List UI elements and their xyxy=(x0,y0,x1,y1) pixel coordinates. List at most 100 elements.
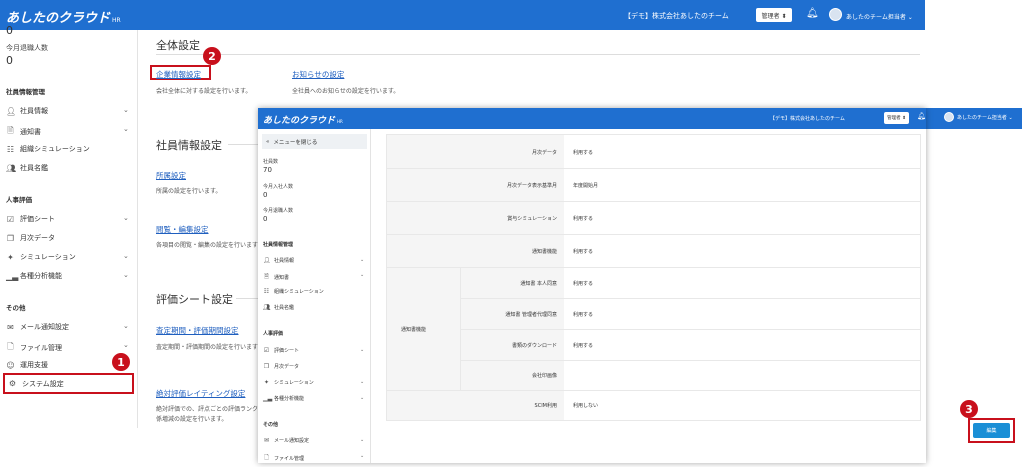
row-divider xyxy=(460,329,920,330)
front-avatar[interactable] xyxy=(944,112,954,122)
row-divider xyxy=(460,360,920,361)
front-user-menu[interactable]: あしたのチーム担当者 ⌄ xyxy=(957,114,1013,121)
download-value: 利用する xyxy=(573,343,594,349)
back-sidebar-item-support[interactable]: ☺ 運用支援 xyxy=(6,360,48,370)
consent-proxy-label: 通知書 管理者代理同意 xyxy=(505,312,557,318)
chevron-down-icon[interactable]: ⌄ xyxy=(360,272,364,278)
company-info-desc: 会社全体に対する設定を行います。 xyxy=(156,88,252,95)
edit-button[interactable]: 編集 xyxy=(973,423,1010,438)
row-divider xyxy=(387,168,920,169)
front-bell-icon[interactable]: 🔔︎ xyxy=(917,112,926,120)
notice-settings-desc: 全社員へのお知らせの設定を行います。 xyxy=(292,88,400,95)
person-icon: 👤︎ xyxy=(263,257,271,264)
front-sidebar: «メニューを閉じる 社員数 70 今月入社人数 0 今月退職人数 0 社員情報管… xyxy=(258,129,371,463)
front-sidebar-item-info[interactable]: 👤︎ 社員情報 xyxy=(263,257,294,264)
affiliation-link[interactable]: 所属設定 xyxy=(156,170,186,181)
step-badge-3: 3 xyxy=(960,400,978,418)
back-sidebar-item-system[interactable]: ⚙ システム設定 xyxy=(3,373,134,394)
back-sidebar-item-simulation[interactable]: ✦ シミュレーション xyxy=(6,252,76,262)
back-app-header: あしたのクラウド HR 【デモ】株式会社あしたのチーム 管理者 ⬍ 🔔︎ あしたの… xyxy=(0,0,925,30)
mail-icon: ✉ xyxy=(263,437,270,444)
scim-label: SCIM利用 xyxy=(534,403,557,409)
close-menu-button[interactable]: «メニューを閉じる xyxy=(262,134,367,149)
notice-settings-link[interactable]: お知らせの設定 xyxy=(292,69,344,80)
notice-group-label: 通知書機能 xyxy=(401,327,427,333)
front-sidebar-item-simulation[interactable]: ✦ シミュレーション xyxy=(263,379,314,386)
back-sidebar-item-directory[interactable]: 👥︎ 社員名鑑 xyxy=(6,163,48,173)
people-icon: 👥︎ xyxy=(6,163,17,173)
back-section-employee: 社員情報管理 xyxy=(6,88,45,96)
chevron-down-icon[interactable]: ⌄ xyxy=(360,257,364,263)
affiliation-desc: 所属の設定を行います。 xyxy=(156,188,222,195)
front-app-header: あしたのクラウド HR 【デモ】株式会社あしたのチーム 管理者 ⬍ 🔔︎ xyxy=(258,108,926,129)
back-user-menu[interactable]: あしたのチーム担当者 ⌄ xyxy=(846,12,913,21)
monthly-label: 月次データ xyxy=(531,150,557,156)
back-top-value: 0 xyxy=(6,24,13,37)
back-sidebar-item-org-sim[interactable]: ☷ 組織シミュレーション xyxy=(6,144,90,154)
double-chevron-left-icon: « xyxy=(266,138,270,145)
front-sidebar-item-monthly[interactable]: ❐ 月次データ xyxy=(263,363,299,370)
bonus-label: 賞与シミュレーション xyxy=(507,216,557,222)
front-section-eval: 人事評価 xyxy=(263,331,284,337)
front-sidebar-item-mail[interactable]: ✉ メール通知設定 xyxy=(263,437,309,444)
chevron-down-icon[interactable]: ⌄ xyxy=(360,347,364,353)
front-sidebar-item-analysis[interactable]: ▁▃ 各種分析機能 xyxy=(263,395,304,402)
monthly-value: 利用する xyxy=(573,150,594,156)
front-sidebar-item-eval-sheet[interactable]: ☑ 評価シート xyxy=(263,347,299,354)
back-sidebar-item-file[interactable]: 🗋 ファイル管理 xyxy=(6,341,62,355)
document-icon: 🗎 xyxy=(264,273,269,280)
consent-self-value: 利用する xyxy=(573,281,594,287)
back-sidebar-item-info[interactable]: 👤︎ 社員情報 xyxy=(6,106,48,116)
chevron-down-icon[interactable]: ⌄ xyxy=(123,322,129,330)
row-divider xyxy=(387,234,920,235)
smile-icon: ☺ xyxy=(6,360,15,370)
retired-value: 0 xyxy=(263,215,268,223)
chevron-down-icon[interactable]: ⌄ xyxy=(123,271,129,279)
chevron-down-icon[interactable]: ⌄ xyxy=(360,379,364,385)
front-sidebar-item-file[interactable]: 🗋 ファイル管理 xyxy=(263,453,304,463)
front-sidebar-item-org-sim[interactable]: ☷ 組織シミュレーション xyxy=(263,288,324,295)
back-sidebar-item-eval-sheet[interactable]: ☑ 評価シート xyxy=(6,214,55,224)
back-bell-icon[interactable]: 🔔︎ xyxy=(806,8,819,19)
back-sidebar-item-mail[interactable]: ✉ メール通知設定 xyxy=(6,322,69,332)
absolute-rating-link[interactable]: 絶対評価レイティング設定 xyxy=(156,388,245,399)
chevron-down-icon[interactable]: ⌄ xyxy=(360,453,364,459)
chevron-down-icon[interactable]: ⌄ xyxy=(360,437,364,443)
chevron-down-icon[interactable]: ⌄ xyxy=(123,125,129,133)
front-window: あしたのクラウド HR 【デモ】株式会社あしたのチーム 管理者 ⬍ 🔔︎ «メニュ… xyxy=(258,108,926,463)
col-divider xyxy=(460,267,461,390)
monthly-base-label: 月次データ表示基準月 xyxy=(506,183,557,189)
gear-icon: ⚙ xyxy=(8,379,17,388)
front-section-other: その他 xyxy=(263,422,279,428)
back-avatar[interactable] xyxy=(829,8,842,21)
back-sidebar-item-analysis[interactable]: ▁▃ 各種分析機能 xyxy=(6,271,62,281)
mail-icon: ✉ xyxy=(7,322,14,332)
consent-self-label: 通知書 本人同意 xyxy=(520,281,557,287)
chevron-down-icon[interactable]: ⌄ xyxy=(360,395,364,401)
chevron-down-icon[interactable]: ⌄ xyxy=(123,252,129,260)
back-role-select[interactable]: 管理者 ⬍ xyxy=(756,8,792,22)
chevron-down-icon[interactable]: ⌄ xyxy=(123,106,129,114)
retired-label: 今月退職人数 xyxy=(263,208,294,214)
consent-proxy-value: 利用する xyxy=(573,312,594,318)
company-info-link[interactable]: 企業情報設定 xyxy=(156,69,201,80)
period-link[interactable]: 査定期間・評価期間設定 xyxy=(156,325,239,336)
notice-func-value: 利用する xyxy=(573,249,594,255)
back-sidebar-item-monthly[interactable]: ❐ 月次データ xyxy=(6,233,55,243)
monthly-base-value: 年度開始月 xyxy=(573,183,599,189)
back-sidebar-item-notice[interactable]: 🗎 通知書 xyxy=(6,125,41,139)
view-edit-link[interactable]: 閲覧・編集設定 xyxy=(156,224,209,235)
front-role-select[interactable]: 管理者 ⬍ xyxy=(884,112,909,124)
document-icon: 🗎 xyxy=(7,126,14,135)
front-sidebar-item-directory[interactable]: 👥︎ 社員名鑑 xyxy=(263,304,294,311)
back-app-logo[interactable]: あしたのクラウド HR xyxy=(6,7,121,26)
chevron-down-icon[interactable]: ⌄ xyxy=(123,341,129,349)
checklist-icon: ☑ xyxy=(263,347,270,354)
front-app-logo[interactable]: あしたのクラウド HR xyxy=(263,113,343,126)
row-divider xyxy=(387,201,920,202)
bar-chart-icon: ▁▃ xyxy=(263,395,273,402)
chevron-down-icon[interactable]: ⌄ xyxy=(123,214,129,222)
front-sidebar-item-notice[interactable]: 🗎 通知書 xyxy=(263,272,289,282)
download-label: 書類のダウンロード xyxy=(511,343,557,349)
eval-settings-title: 評価シート設定 xyxy=(156,293,233,306)
